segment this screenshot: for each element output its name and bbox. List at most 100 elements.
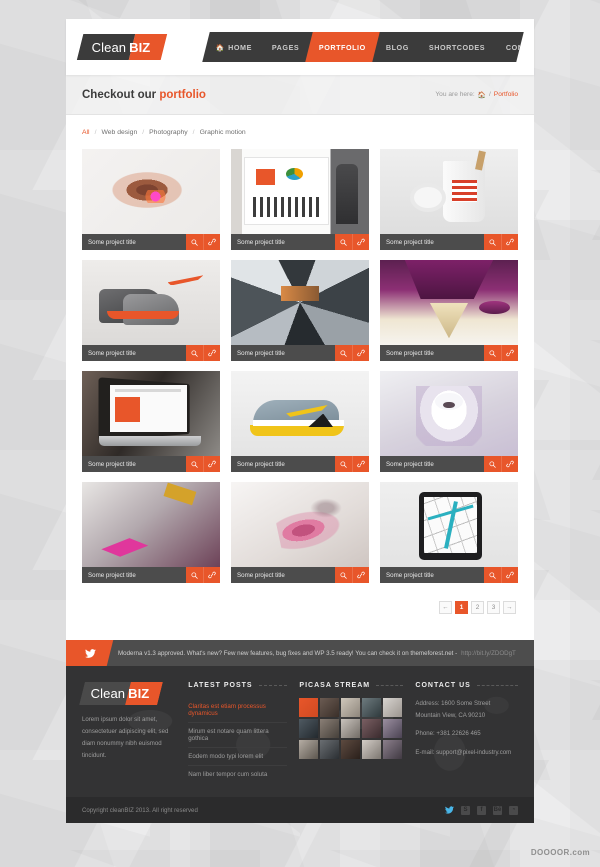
- nav-label-contact: CONTACT: [505, 42, 524, 52]
- portfolio-link-button[interactable]: [203, 345, 220, 361]
- twitter-message-link[interactable]: http://bit.ly/ZDODgT: [461, 650, 516, 657]
- picasa-thumbnail[interactable]: [341, 740, 361, 759]
- portfolio-thumbnail[interactable]: [82, 482, 220, 567]
- picasa-thumbnail[interactable]: [320, 719, 340, 738]
- list-item[interactable]: Mirum est notare quam littera gothica: [188, 723, 288, 748]
- portfolio-link-button[interactable]: [352, 456, 369, 472]
- heading-dashed-rule: [476, 685, 519, 686]
- picasa-thumbnail[interactable]: [383, 740, 403, 759]
- nav-cell-portfolio[interactable]: PORTFOLIO: [305, 32, 381, 62]
- skype-icon[interactable]: S: [461, 805, 470, 815]
- portfolio-zoom-button[interactable]: [484, 456, 501, 472]
- nav-cell-home[interactable]: 🏠 HOME: [202, 32, 266, 62]
- pagination-next[interactable]: →: [503, 601, 516, 614]
- portfolio-thumbnail[interactable]: [82, 260, 220, 345]
- portfolio-thumbnail[interactable]: [231, 371, 369, 456]
- portfolio-thumbnail[interactable]: [231, 149, 369, 234]
- picasa-thumbnail[interactable]: [383, 698, 403, 717]
- nav-item-shortcodes[interactable]: SHORTCODES: [419, 43, 495, 52]
- portfolio-link-button[interactable]: [203, 234, 220, 250]
- nav-item-pages[interactable]: PAGES: [262, 43, 309, 52]
- picasa-thumbnail[interactable]: [299, 719, 319, 738]
- portfolio-link-button[interactable]: [501, 234, 518, 250]
- contact-address-line-1: Address: 1600 Some Street: [415, 700, 491, 707]
- filter-web-design[interactable]: Web design: [101, 129, 137, 136]
- portfolio-zoom-button[interactable]: [335, 567, 352, 583]
- nav-cell-pages[interactable]: PAGES: [258, 32, 313, 62]
- home-icon[interactable]: 🏠: [478, 91, 486, 99]
- portfolio-link-button[interactable]: [203, 567, 220, 583]
- picasa-thumbnail[interactable]: [362, 719, 382, 738]
- portfolio-zoom-button[interactable]: [186, 345, 203, 361]
- portfolio-thumbnail[interactable]: [82, 371, 220, 456]
- list-item[interactable]: Eodem modo typi lorem elit: [188, 748, 288, 766]
- nav-cell-shortcodes[interactable]: SHORTCODES: [416, 32, 500, 62]
- picasa-thumbnail[interactable]: [383, 719, 403, 738]
- portfolio-card[interactable]: Some project title: [231, 149, 369, 250]
- portfolio-caption: Some project title: [380, 456, 518, 472]
- portfolio-thumbnail[interactable]: [231, 260, 369, 345]
- portfolio-zoom-button[interactable]: [335, 345, 352, 361]
- portfolio-link-button[interactable]: [352, 234, 369, 250]
- picasa-thumbnail[interactable]: [362, 698, 382, 717]
- portfolio-zoom-button[interactable]: [484, 345, 501, 361]
- pagination-page-2[interactable]: 2: [471, 601, 484, 614]
- portfolio-link-button[interactable]: [501, 456, 518, 472]
- portfolio-zoom-button[interactable]: [335, 456, 352, 472]
- list-item[interactable]: Claritas est etiam processus dynamicus: [188, 698, 288, 723]
- portfolio-zoom-button[interactable]: [484, 567, 501, 583]
- footer-logo[interactable]: Clean BIZ: [79, 682, 163, 705]
- portfolio-zoom-button[interactable]: [484, 234, 501, 250]
- portfolio-thumbnail[interactable]: [82, 149, 220, 234]
- portfolio-card[interactable]: Some project title: [82, 149, 220, 250]
- picasa-thumbnail[interactable]: [362, 740, 382, 759]
- portfolio-thumbnail[interactable]: [380, 371, 518, 456]
- nav-item-home[interactable]: 🏠 HOME: [206, 43, 262, 52]
- portfolio-card[interactable]: Some project title: [380, 260, 518, 361]
- picasa-thumbnail[interactable]: [320, 698, 340, 717]
- filter-graphic-motion[interactable]: Graphic motion: [200, 129, 246, 136]
- portfolio-zoom-button[interactable]: [186, 567, 203, 583]
- portfolio-link-button[interactable]: [352, 345, 369, 361]
- portfolio-card[interactable]: Some project title: [231, 371, 369, 472]
- portfolio-zoom-button[interactable]: [186, 456, 203, 472]
- portfolio-thumbnail[interactable]: [380, 260, 518, 345]
- nav-item-portfolio[interactable]: PORTFOLIO: [309, 43, 376, 52]
- portfolio-card[interactable]: Some project title: [231, 260, 369, 361]
- portfolio-card[interactable]: Some project title: [82, 371, 220, 472]
- portfolio-zoom-button[interactable]: [186, 234, 203, 250]
- portfolio-card[interactable]: Some project title: [231, 482, 369, 583]
- list-item[interactable]: Nam liber tempor cum soluta: [188, 766, 287, 783]
- picasa-thumbnail[interactable]: [320, 740, 340, 759]
- nav-item-contact[interactable]: CONTACT: [496, 43, 524, 52]
- portfolio-link-button[interactable]: [501, 567, 518, 583]
- portfolio-zoom-button[interactable]: [335, 234, 352, 250]
- picasa-thumbnail[interactable]: [299, 740, 319, 759]
- portfolio-thumbnail[interactable]: [231, 482, 369, 567]
- portfolio-card[interactable]: Some project title: [380, 482, 518, 583]
- picasa-thumbnail[interactable]: [299, 698, 319, 717]
- portfolio-thumbnail[interactable]: [380, 149, 518, 234]
- portfolio-card[interactable]: Some project title: [380, 149, 518, 250]
- site-logo[interactable]: Clean BIZ: [76, 34, 168, 60]
- picasa-thumbnail[interactable]: [341, 698, 361, 717]
- pagination-prev[interactable]: ←: [439, 601, 452, 614]
- picasa-thumbnail[interactable]: [341, 719, 361, 738]
- filter-all[interactable]: All: [82, 129, 90, 136]
- portfolio-link-button[interactable]: [203, 456, 220, 472]
- nav-item-blog[interactable]: BLOG: [376, 43, 419, 52]
- portfolio-card[interactable]: Some project title: [380, 371, 518, 472]
- pagination-page-3[interactable]: 3: [487, 601, 500, 614]
- rss-icon[interactable]: ◔: [509, 805, 518, 815]
- portfolio-link-button[interactable]: [501, 345, 518, 361]
- twitter-icon[interactable]: [445, 806, 454, 815]
- contact-email[interactable]: E-mail: support@pixel-industry.com: [415, 747, 518, 759]
- portfolio-thumbnail[interactable]: [380, 482, 518, 567]
- facebook-icon[interactable]: f: [477, 805, 486, 815]
- behance-icon[interactable]: Bē: [493, 805, 502, 815]
- filter-photography[interactable]: Photography: [149, 129, 188, 136]
- portfolio-card[interactable]: Some project title: [82, 260, 220, 361]
- portfolio-card[interactable]: Some project title: [82, 482, 220, 583]
- portfolio-link-button[interactable]: [352, 567, 369, 583]
- pagination-page-1[interactable]: 1: [455, 601, 468, 614]
